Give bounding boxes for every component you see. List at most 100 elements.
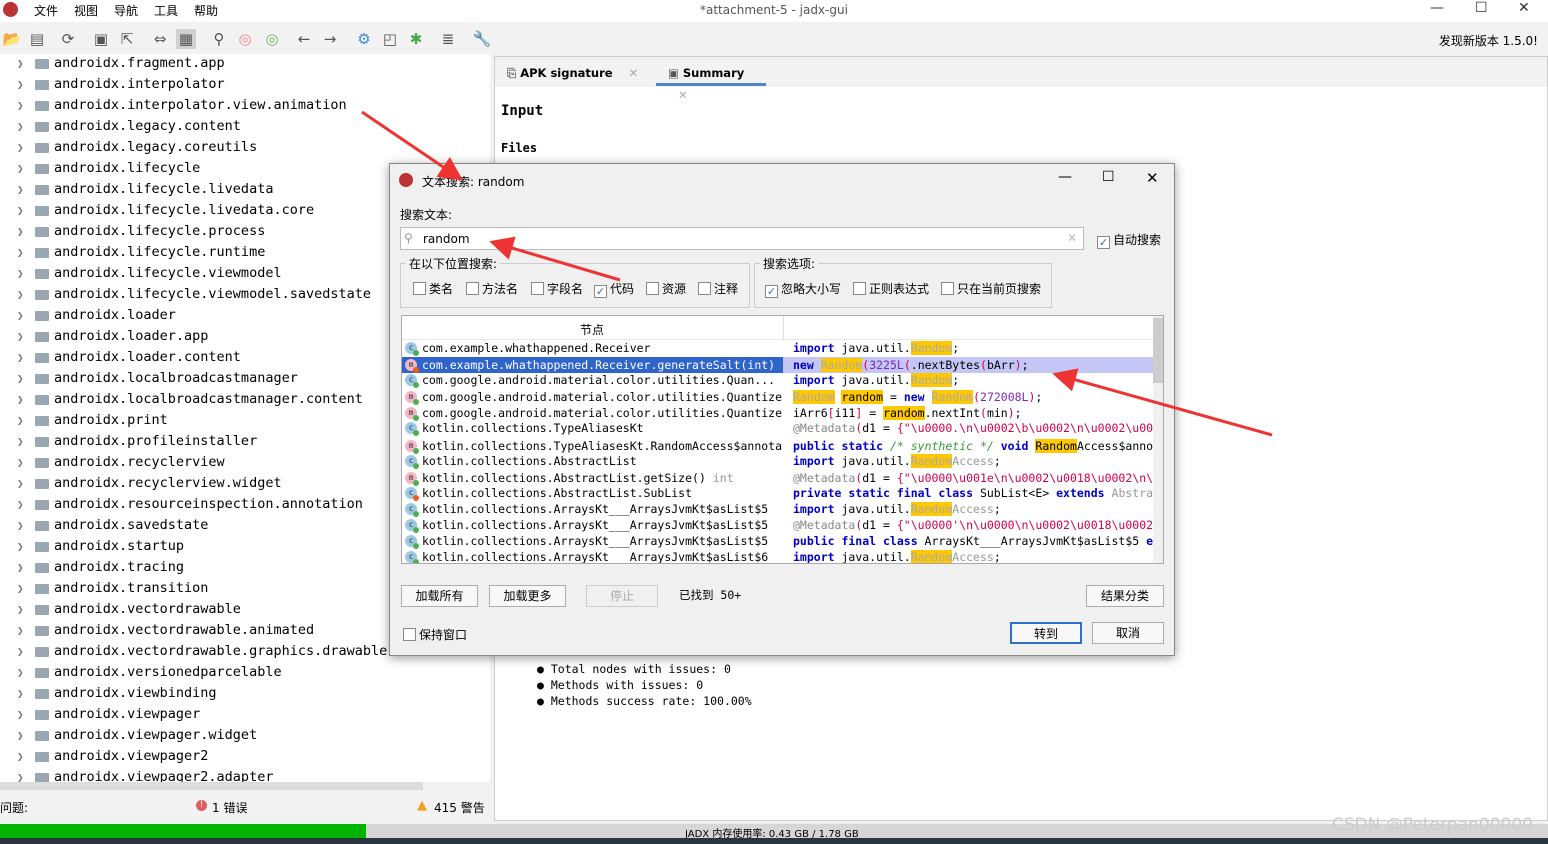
chevron-right-icon[interactable]: ❯ [17, 747, 24, 766]
chevron-right-icon[interactable]: ❯ [17, 453, 24, 472]
sync-icon[interactable]: ⟳ [58, 29, 78, 49]
dialog-minimize-button[interactable]: — [1058, 169, 1072, 185]
package-view-icon[interactable]: ▦ [176, 29, 196, 49]
chevron-right-icon[interactable]: ❯ [17, 516, 24, 535]
chevron-right-icon[interactable]: ❯ [17, 348, 24, 367]
result-row[interactable]: c kotlin.collections.AbstractList.SubList… [402, 485, 1154, 501]
search-class-icon[interactable]: ◎ [235, 29, 255, 49]
chevron-right-icon[interactable]: ❯ [17, 75, 24, 94]
options-checkbox[interactable]: 正则表达式 [853, 280, 929, 297]
forward-icon[interactable]: → [320, 29, 340, 49]
search-usage-icon[interactable]: ◎ [262, 29, 282, 49]
log-icon[interactable]: ◰ [380, 29, 400, 49]
export-icon[interactable]: ⇱ [117, 29, 137, 49]
scope-checkbox[interactable]: 资源 [646, 280, 686, 297]
menu-navigate[interactable]: 导航 [114, 2, 138, 19]
load-more-button[interactable]: 加载更多 [489, 585, 566, 607]
maximize-button[interactable]: ☐ [1475, 0, 1488, 16]
tree-item[interactable]: ❯ androidx.legacy.content [0, 117, 490, 138]
results-vertical-scrollbar[interactable] [1153, 316, 1163, 563]
search-icon[interactable]: ⚲ [209, 29, 229, 49]
options-checkbox[interactable]: 只在当前页搜索 [941, 280, 1041, 297]
result-row[interactable]: c kotlin.collections.AbstractList import j… [402, 453, 1154, 469]
close-button[interactable]: ✕ [1518, 0, 1530, 16]
tree-item[interactable]: ❯ androidx.viewpager2 [0, 747, 490, 768]
chevron-right-icon[interactable]: ❯ [17, 705, 24, 724]
chevron-right-icon[interactable]: ❯ [17, 621, 24, 640]
chevron-right-icon[interactable]: ❯ [17, 537, 24, 556]
stop-button[interactable]: 停止 [586, 585, 658, 607]
result-row[interactable]: m com.example.whathappened.Receiver.gener… [402, 357, 1154, 373]
result-row[interactable]: c kotlin.collections.ArraysKt___ArraysJvm… [402, 517, 1154, 533]
chevron-right-icon[interactable]: ❯ [17, 327, 24, 346]
result-row[interactable]: m com.google.android.material.color.utili… [402, 405, 1154, 421]
chevron-right-icon[interactable]: ❯ [17, 306, 24, 325]
chevron-right-icon[interactable]: ❯ [17, 474, 24, 493]
clear-search-icon[interactable]: ✕ [1067, 231, 1077, 245]
list-icon[interactable]: ≣ [438, 29, 458, 49]
column-header-node[interactable]: 节点 [580, 321, 604, 338]
result-row[interactable]: c kotlin.collections.ArraysKt___ArraysJvm… [402, 549, 1154, 563]
warnings-count[interactable]: 415 警告 [434, 799, 485, 816]
keep-window-checkbox[interactable]: 保持窗口 [403, 626, 467, 643]
open-folder-icon[interactable]: 📂 [2, 29, 22, 49]
tree-horizontal-scrollbar[interactable] [0, 782, 423, 790]
chevron-right-icon[interactable]: ❯ [17, 285, 24, 304]
chevron-right-icon[interactable]: ❯ [17, 264, 24, 283]
close-tab-icon[interactable]: ✕ [629, 66, 639, 80]
chevron-right-icon[interactable]: ❯ [17, 117, 24, 136]
chevron-right-icon[interactable]: ❯ [17, 96, 24, 115]
tab-apk-signature[interactable]: ⎘ APK signature ✕ [507, 62, 647, 86]
chevron-right-icon[interactable]: ❯ [17, 138, 24, 157]
menu-help[interactable]: 帮助 [194, 2, 218, 19]
tree-item[interactable]: ❯ androidx.viewpager2.adapter [0, 768, 490, 782]
chevron-right-icon[interactable]: ❯ [17, 495, 24, 514]
chevron-right-icon[interactable]: ❯ [17, 432, 24, 451]
back-icon[interactable]: ← [294, 29, 314, 49]
auto-search-checkbox[interactable]: ✓ 自动搜索 [1097, 231, 1161, 249]
tree-item[interactable]: ❯ androidx.viewbinding [0, 684, 490, 705]
save-icon[interactable]: ▣ [91, 29, 111, 49]
tree-item[interactable]: ❯ androidx.viewpager.widget [0, 726, 490, 747]
chevron-right-icon[interactable]: ❯ [17, 684, 24, 703]
result-row[interactable]: m kotlin.collections.TypeAliasesKt.Random… [402, 438, 1154, 454]
goto-button[interactable]: 转到 [1010, 622, 1082, 644]
result-row[interactable]: c kotlin.collections.ArraysKt___ArraysJvm… [402, 533, 1154, 549]
load-all-button[interactable]: 加载所有 [401, 585, 478, 607]
chevron-right-icon[interactable]: ❯ [17, 159, 24, 178]
deobfuscation-icon[interactable]: ⚙ [354, 29, 374, 49]
result-row[interactable]: m com.google.android.material.color.utili… [402, 389, 1154, 405]
chevron-right-icon[interactable]: ❯ [17, 369, 24, 388]
scope-checkbox[interactable]: 字段名 [531, 280, 583, 297]
minimize-button[interactable]: — [1430, 0, 1444, 16]
search-input[interactable]: ⚲ random ✕ [400, 227, 1084, 250]
scope-checkbox[interactable]: 注释 [698, 280, 738, 297]
tab-summary[interactable]: ▣ Summary ✕ [656, 62, 766, 102]
debug-icon[interactable]: ✱ [406, 29, 426, 49]
chevron-right-icon[interactable]: ❯ [17, 54, 24, 73]
tree-item[interactable]: ❯ androidx.interpolator [0, 75, 490, 96]
chevron-right-icon[interactable]: ❯ [17, 411, 24, 430]
flatten-icon[interactable]: ⇔ [150, 29, 170, 49]
dialog-maximize-button[interactable]: ☐ [1102, 169, 1115, 185]
chevron-right-icon[interactable]: ❯ [17, 768, 24, 782]
tree-item[interactable]: ❯ androidx.viewpager [0, 705, 490, 726]
tree-item[interactable]: ❯ androidx.fragment.app [0, 54, 490, 75]
chevron-right-icon[interactable]: ❯ [17, 600, 24, 619]
tree-item[interactable]: ❯ androidx.legacy.coreutils [0, 138, 490, 159]
result-row[interactable]: c com.google.android.material.color.utili… [402, 372, 1154, 388]
chevron-right-icon[interactable]: ❯ [17, 222, 24, 241]
result-row[interactable]: m kotlin.collections.AbstractList.getSize… [402, 470, 1154, 486]
add-file-icon[interactable]: ▤ [27, 29, 47, 49]
options-checkbox[interactable]: ✓ 忽略大小写 [765, 280, 841, 298]
errors-count[interactable]: 1 错误 [212, 799, 247, 816]
chevron-right-icon[interactable]: ❯ [17, 390, 24, 409]
tree-item[interactable]: ❯ androidx.versionedparcelable [0, 663, 490, 684]
menu-file[interactable]: 文件 [34, 2, 58, 19]
new-version-notice[interactable]: 发现新版本 1.5.0! [1439, 32, 1538, 49]
close-tab-icon[interactable]: ✕ [678, 88, 688, 102]
sort-results-button[interactable]: 结果分类 [1086, 585, 1164, 607]
dialog-close-button[interactable]: ✕ [1146, 169, 1159, 187]
chevron-right-icon[interactable]: ❯ [17, 579, 24, 598]
tree-item[interactable]: ❯ androidx.interpolator.view.animation [0, 96, 490, 117]
